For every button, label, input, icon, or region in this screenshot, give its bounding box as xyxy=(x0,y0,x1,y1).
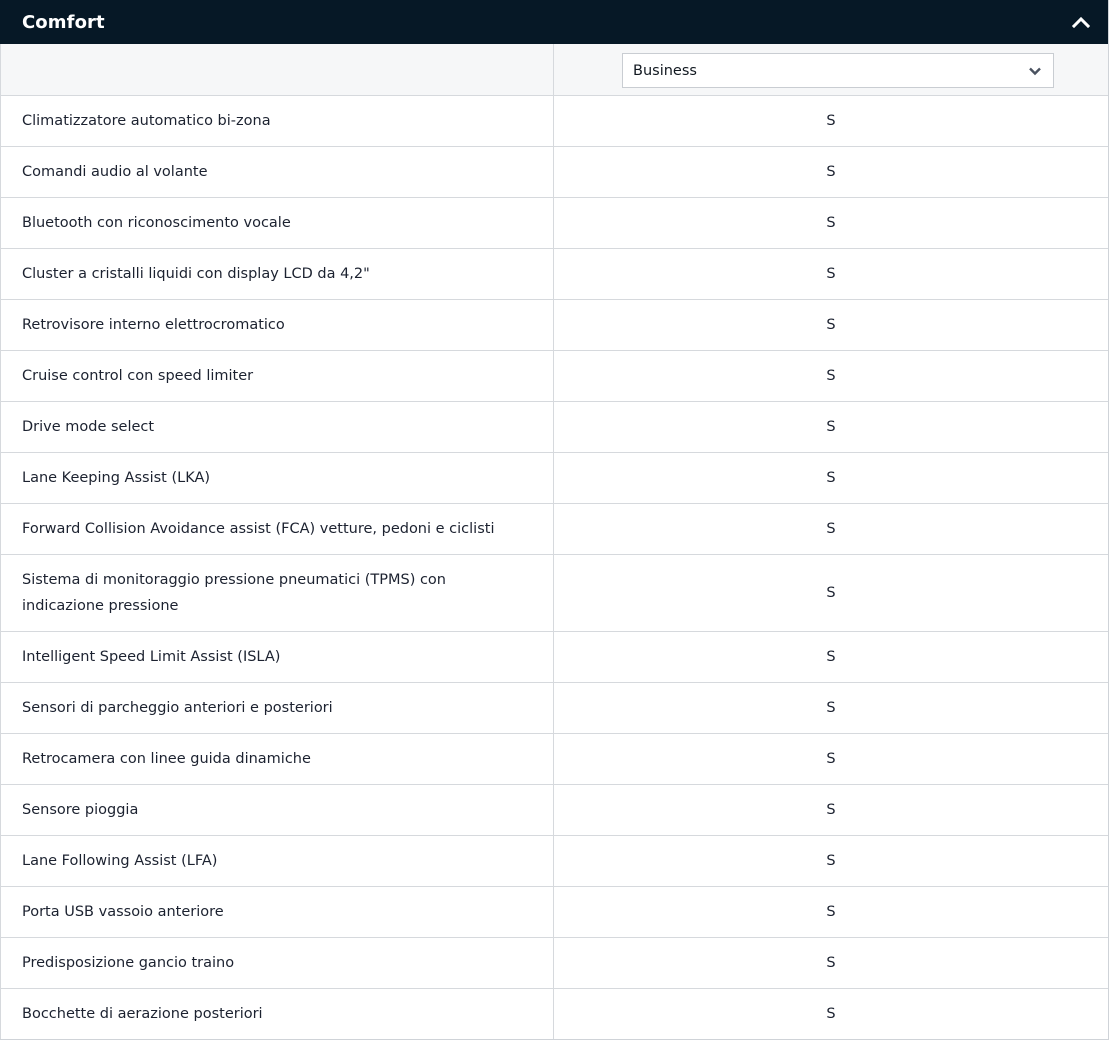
features-table: Climatizzatore automatico bi-zona S Comand… xyxy=(0,96,1108,1039)
feature-availability: S xyxy=(826,113,836,129)
table-row: Sistema di monitoraggio pressione pneuma… xyxy=(1,555,1108,632)
feature-name: Intelligent Speed Limit Assist (ISLA) xyxy=(1,632,554,682)
feature-availability: S xyxy=(826,1006,836,1022)
feature-name: Retrocamera con linee guida dinamiche xyxy=(1,734,554,784)
feature-availability: S xyxy=(826,700,836,716)
table-row: Lane Keeping Assist (LKA) S xyxy=(1,453,1108,504)
feature-name: Predisposizione gancio traino xyxy=(1,938,554,988)
feature-name: Sistema di monitoraggio pressione pneuma… xyxy=(1,555,554,631)
table-row: Cluster a cristalli liquidi con display … xyxy=(1,249,1108,300)
chevron-up-icon[interactable] xyxy=(1070,11,1092,33)
table-row: Predisposizione gancio traino S xyxy=(1,938,1108,989)
table-row: Climatizzatore automatico bi-zona S xyxy=(1,96,1108,147)
table-row: Intelligent Speed Limit Assist (ISLA) S xyxy=(1,632,1108,683)
feature-availability: S xyxy=(826,585,836,601)
table-row: Retrocamera con linee guida dinamiche S xyxy=(1,734,1108,785)
feature-name: Lane Following Assist (LFA) xyxy=(1,836,554,886)
feature-name: Cluster a cristalli liquidi con display … xyxy=(1,249,554,299)
feature-name: Retrovisore interno elettrocromatico xyxy=(1,300,554,350)
table-row: Cruise control con speed limiter S xyxy=(1,351,1108,402)
version-select-value: Business xyxy=(633,62,697,79)
section-title: Comfort xyxy=(22,11,105,33)
feature-name: Sensori di parcheggio anteriori e poster… xyxy=(1,683,554,733)
feature-name: Bluetooth con riconoscimento vocale xyxy=(1,198,554,248)
feature-availability: S xyxy=(826,751,836,767)
feature-availability: S xyxy=(826,853,836,869)
table-row: Sensore pioggia S xyxy=(1,785,1108,836)
feature-availability: S xyxy=(826,904,836,920)
feature-availability: S xyxy=(826,317,836,333)
version-selector-row: Business xyxy=(0,44,1108,96)
feature-availability: S xyxy=(826,266,836,282)
feature-availability: S xyxy=(826,419,836,435)
feature-availability: S xyxy=(826,802,836,818)
table-row: Lane Following Assist (LFA) S xyxy=(1,836,1108,887)
table-row: Porta USB vassoio anteriore S xyxy=(1,887,1108,938)
feature-availability: S xyxy=(826,955,836,971)
feature-availability: S xyxy=(826,470,836,486)
feature-availability: S xyxy=(826,164,836,180)
feature-name: Drive mode select xyxy=(1,402,554,452)
feature-name: Bocchette di aerazione posteriori xyxy=(1,989,554,1039)
table-row: Forward Collision Avoidance assist (FCA)… xyxy=(1,504,1108,555)
feature-availability: S xyxy=(826,521,836,537)
feature-availability: S xyxy=(826,368,836,384)
version-cell: Business xyxy=(554,44,1108,95)
table-row: Comandi audio al volante S xyxy=(1,147,1108,198)
feature-availability: S xyxy=(826,649,836,665)
chevron-down-icon xyxy=(1027,63,1043,79)
table-row: Retrovisore interno elettrocromatico S xyxy=(1,300,1108,351)
table-row: Bluetooth con riconoscimento vocale S xyxy=(1,198,1108,249)
table-row: Sensori di parcheggio anteriori e poster… xyxy=(1,683,1108,734)
empty-header-cell xyxy=(1,44,554,95)
feature-name: Porta USB vassoio anteriore xyxy=(1,887,554,937)
feature-name: Climatizzatore automatico bi-zona xyxy=(1,96,554,146)
table-row: Drive mode select S xyxy=(1,402,1108,453)
feature-name: Sensore pioggia xyxy=(1,785,554,835)
comfort-panel: Comfort Business Climatizzatore automati… xyxy=(0,0,1109,1040)
feature-name: Comandi audio al volante xyxy=(1,147,554,197)
feature-availability: S xyxy=(826,215,836,231)
version-select[interactable]: Business xyxy=(622,53,1054,88)
feature-name: Forward Collision Avoidance assist (FCA)… xyxy=(1,504,554,554)
section-header[interactable]: Comfort xyxy=(0,0,1108,44)
feature-name: Lane Keeping Assist (LKA) xyxy=(1,453,554,503)
feature-name: Cruise control con speed limiter xyxy=(1,351,554,401)
table-row: Bocchette di aerazione posteriori S xyxy=(1,989,1108,1039)
